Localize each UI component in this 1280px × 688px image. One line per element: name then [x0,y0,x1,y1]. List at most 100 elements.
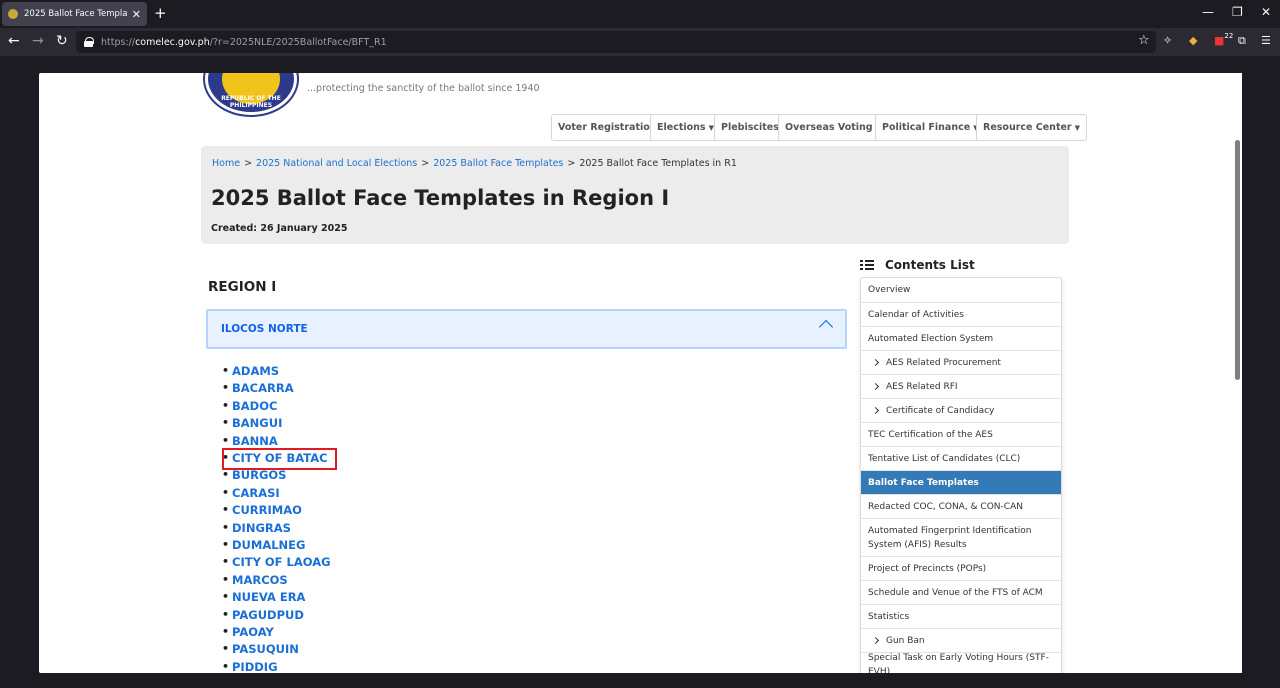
chevron-right-icon [871,406,880,415]
extension-broom-icon[interactable]: ✧ [1163,34,1172,47]
breadcrumb-2025-nle[interactable]: 2025 National and Local Elections [256,158,417,169]
municipality-link[interactable]: DUMALNEG [222,538,306,552]
toc-item-label: Statistics [868,611,910,622]
page-header: Home >2025 National and Local Elections >2… [201,146,1069,244]
menu-hamburger-icon[interactable]: ☰ [1261,34,1271,47]
municipality-link[interactable]: DINGRAS [222,521,291,535]
toc-item[interactable]: Automated Election System [861,326,1061,350]
chevron-right-icon [871,636,880,645]
toc-item[interactable]: Ballot Face Templates [861,470,1061,494]
accordion-ilocos-norte[interactable]: ILOCOS NORTE [206,309,847,349]
menu-plebiscites[interactable]: Plebiscites [714,114,786,141]
comelec-logo[interactable]: REPUBLIC OF THE PHILIPPINES [205,73,297,115]
toc-item[interactable]: Project of Precincts (POPs) [861,556,1061,580]
scrollbar-thumb[interactable] [1235,140,1240,380]
municipality-link[interactable]: BANGUI [222,416,282,430]
municipality-link[interactable]: CURRIMAO [222,503,302,517]
toc-item-label: Tentative List of Candidates (CLC) [868,453,1021,464]
extensions-puzzle-icon[interactable]: ⧉ [1238,34,1246,48]
logo-text: REPUBLIC OF THE PHILIPPINES [221,95,281,109]
municipality-link[interactable]: NUEVA ERA [222,590,306,604]
caret-down-icon: ▼ [1074,123,1081,132]
contents-list-heading: Contents List [860,258,975,272]
list-icon [860,259,874,271]
municipality-link[interactable]: BACARRA [222,381,294,395]
toc-item-label: Redacted COC, CONA, & CON-CAN [868,501,1023,512]
browser-tabbar: 2025 Ballot Face Templates in R ✕ + — ❐ … [0,0,1280,28]
menu-elections[interactable]: Elections ▼ [650,114,721,141]
municipality-link[interactable]: MARCOS [222,573,288,587]
extension-shield-icon[interactable]: ◆ [1189,34,1197,47]
close-tab-icon[interactable]: ✕ [132,8,141,21]
toc-item[interactable]: Automated Fingerprint Identification Sys… [861,518,1061,556]
toc-item-label: Automated Election System [868,333,994,344]
toc-item-label: Certificate of Candidacy [886,405,995,416]
toc-item[interactable]: Special Task on Early Voting Hours (STF-… [861,652,1061,673]
breadcrumb-ballot-face-templates[interactable]: 2025 Ballot Face Templates [433,158,563,169]
toc-item-label: AES Related RFI [886,381,958,392]
close-window-icon[interactable]: ✕ [1261,5,1271,19]
municipality-link[interactable]: BURGOS [222,468,287,482]
toc-item[interactable]: Calendar of Activities [861,302,1061,326]
toc-item[interactable]: Gun Ban [861,628,1061,652]
toc-item[interactable]: TEC Certification of the AES [861,422,1061,446]
toc-item-label: AES Related Procurement [886,357,1001,368]
breadcrumb-home[interactable]: Home [212,158,240,169]
municipality-link[interactable]: BADOC [222,399,278,413]
breadcrumb-current: 2025 Ballot Face Templates in R1 [579,158,737,169]
browser-tab[interactable]: 2025 Ballot Face Templates in R ✕ [2,2,147,26]
municipality-link[interactable]: BANNA [222,434,278,448]
toc-item-label: Overview [868,285,911,295]
toc-item-label: Ballot Face Templates [868,477,979,488]
toc-item-label: Automated Fingerprint Identification Sys… [868,525,1032,550]
browser-navbar: ← → ↻ https://comelec.gov.ph/?r=2025NLE/… [0,28,1280,56]
toc-item-label: TEC Certification of the AES [868,429,993,440]
municipality-link[interactable]: PASUQUIN [222,642,299,656]
minimize-icon[interactable]: — [1202,5,1214,19]
municipality-link[interactable]: CARASI [222,486,280,500]
municipality-link[interactable]: CITY OF LAOAG [222,555,331,569]
municipality-link[interactable]: PAOAY [222,625,274,639]
toc-item[interactable]: AES Related RFI [861,374,1061,398]
toc-item[interactable]: Overview [861,278,1061,302]
region-heading: REGION I [208,279,277,295]
chevron-right-icon [871,358,880,367]
highlight-box [222,448,337,470]
page-viewport: REPUBLIC OF THE PHILIPPINES ...protectin… [39,73,1242,673]
menu-political-finance[interactable]: Political Finance▼ [875,114,986,141]
toc-item[interactable]: Tentative List of Candidates (CLC) [861,446,1061,470]
menu-overseas-voting[interactable]: Overseas Voting▼ [778,114,888,141]
extension-badge-icon[interactable]: ■22 [1214,32,1233,47]
lock-icon [84,37,94,47]
toc-item[interactable]: Statistics [861,604,1061,628]
toc-item-label: Special Task on Early Voting Hours (STF-… [868,652,1049,674]
toc-item-label: Calendar of Activities [868,309,964,320]
municipality-link[interactable]: ADAMS [222,364,279,378]
municipality-link[interactable]: PAGUDPUD [222,608,304,622]
address-bar[interactable]: https://comelec.gov.ph/?r=2025NLE/2025Ba… [76,31,1156,53]
toc-item[interactable]: Schedule and Venue of the FTS of ACM [861,580,1061,604]
menu-resource-center[interactable]: Resource Center ▼ [976,114,1088,141]
back-icon[interactable]: ← [8,33,20,49]
toc-item[interactable]: Certificate of Candidacy [861,398,1061,422]
chevron-up-icon [818,319,834,335]
toc-item-label: Schedule and Venue of the FTS of ACM [868,587,1043,598]
contents-list: Overview Calendar of Activities Automated … [860,277,1062,673]
municipality-link[interactable]: PIDDIG [222,660,277,673]
created-date: Created: 26 January 2025 [211,223,348,234]
toc-item[interactable]: AES Related Procurement [861,350,1061,374]
municipality-list: ADAMSBACARRABADOCBANGUIBANNACITY OF BATA… [39,73,331,673]
toc-item-label: Project of Precincts (POPs) [868,563,987,574]
tab-title: 2025 Ballot Face Templates in R [24,9,128,19]
bookmark-star-icon[interactable]: ☆ [1138,33,1150,48]
forward-icon[interactable]: → [32,33,44,49]
site-tagline: ...protecting the sanctity of the ballot… [307,83,540,94]
chevron-right-icon [871,382,880,391]
breadcrumb: Home >2025 National and Local Elections >2… [212,158,737,169]
page-title: 2025 Ballot Face Templates in Region I [211,186,670,210]
reload-icon[interactable]: ↻ [56,33,68,49]
new-tab-icon[interactable]: + [154,4,167,22]
menu-voter-registration[interactable]: Voter Registration [551,114,664,141]
maximize-icon[interactable]: ❐ [1232,5,1243,19]
toc-item[interactable]: Redacted COC, CONA, & CON-CAN [861,494,1061,518]
